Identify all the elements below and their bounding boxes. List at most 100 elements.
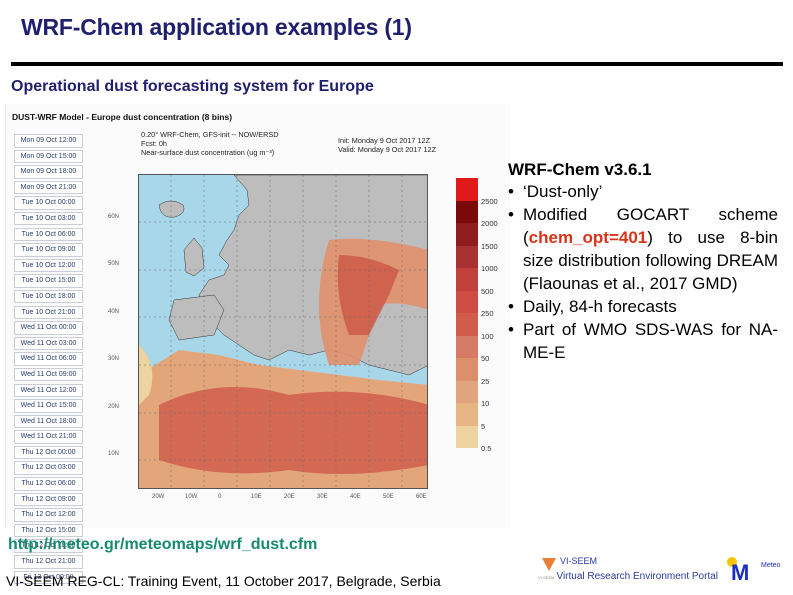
forecast-time-button[interactable]: Wed 11 Oct 06:00 <box>14 352 83 366</box>
forecast-time-button[interactable]: Tue 10 Oct 21:00 <box>14 305 83 320</box>
forecast-time-button[interactable]: Mon 09 Oct 18:00 <box>14 165 83 179</box>
colorbar-swatch <box>456 425 478 448</box>
dust-forecast-screenshot: DUST-WRF Model - Europe dust concentrati… <box>5 104 510 585</box>
colorbar-label: 100 <box>481 331 494 341</box>
forecast-time-button[interactable]: Thu 12 Oct 06:00 <box>14 477 83 491</box>
meteo-letter: M <box>731 560 750 585</box>
bullet-text: ‘Dust-only’ <box>523 182 603 201</box>
forecast-time-button[interactable]: Mon 09 Oct 12:00 <box>14 134 83 148</box>
latitude-label: 10N <box>108 451 120 457</box>
bullet-item: • Part of WMO SDS-WAS for NA-ME-E <box>508 318 778 364</box>
bullet-list: WRF-Chem v3.6.1 • ‘Dust-only’ • Modified GO… <box>508 160 778 364</box>
forecast-time-button[interactable]: Wed 11 Oct 21:00 <box>14 430 83 444</box>
forecast-time-button[interactable]: Tue 10 Oct 12:00 <box>14 258 83 273</box>
colorbar-label: 50 <box>481 354 490 363</box>
bullet-heading: WRF-Chem v3.6.1 <box>508 160 652 179</box>
forecast-hour: Fcst: 0h <box>141 139 167 148</box>
forecast-time-button[interactable]: Mon 09 Oct 21:00 <box>14 180 83 195</box>
colorbar-swatch <box>456 268 478 291</box>
forecast-time-button[interactable]: Tue 10 Oct 15:00 <box>14 274 83 288</box>
colorbar-swatch <box>456 178 478 201</box>
longitude-label: 20E <box>284 494 295 500</box>
forecast-time-button[interactable]: Mon 09 Oct 15:00 <box>14 149 83 164</box>
forecast-time-button[interactable]: Tue 10 Oct 03:00 <box>14 211 83 226</box>
forecast-time-button[interactable]: Wed 11 Oct 03:00 <box>14 336 83 351</box>
colorbar-swatch <box>456 335 478 358</box>
vi-seem-subtitle: VI-SEEM Virtual Research Environment Port… <box>538 571 719 582</box>
colorbar-label: 25 <box>481 376 490 386</box>
highlighted-option: chem_opt=401 <box>528 228 648 247</box>
map-meta-right: Init: Monday 9 Oct 2017 12Z Valid: Monda… <box>338 136 436 154</box>
latitude-label: 20N <box>108 404 120 410</box>
bullet-text: Part of WMO SDS-WAS for NA-ME-E <box>523 320 778 362</box>
forecast-time-button[interactable]: Thu 12 Oct 21:00 <box>14 555 83 569</box>
colorbar-label: 0.5 <box>481 444 492 453</box>
forecast-time-button[interactable]: Thu 12 Oct 09:00 <box>14 492 83 507</box>
latitude-label: 30N <box>108 356 120 362</box>
slide-title: WRF-Chem application examples (1) <box>21 14 412 40</box>
bullet-dot-icon: • <box>508 205 514 224</box>
init-time: Init: Monday 9 Oct 2017 12Z <box>338 136 431 145</box>
longitude-label: 20W <box>152 494 165 500</box>
vi-seem-portal-text: Virtual Research Environment Portal <box>556 571 719 582</box>
colorbar-label: 1000 <box>481 264 498 273</box>
forecast-time-button[interactable]: Thu 12 Oct 12:00 <box>14 508 83 522</box>
slide-subtitle: Operational dust forecasting system for … <box>11 78 374 95</box>
forecast-time-button[interactable]: Tue 10 Oct 09:00 <box>14 243 83 257</box>
forecast-time-button[interactable]: Wed 11 Oct 18:00 <box>14 414 83 429</box>
forecast-time-button[interactable]: Thu 12 Oct 03:00 <box>14 461 83 475</box>
colorbar-label: 2000 <box>481 219 498 228</box>
colorbar-label: 500 <box>481 286 494 296</box>
bullet-item: • ‘Dust-only’ <box>508 180 778 203</box>
colorbar-swatch <box>456 403 478 426</box>
web-page-header: DUST-WRF Model - Europe dust concentrati… <box>12 112 233 122</box>
colorbar-label: 2500 <box>481 196 498 206</box>
bullet-dot-icon: • <box>508 297 514 316</box>
forecast-time-list: Mon 09 Oct 12:00 Mon 09 Oct 15:00 Mon 09 O… <box>14 134 83 586</box>
footer-text: VI-SEEM REG-CL: Training Event, 11 Octob… <box>6 573 441 589</box>
colorbar-swatch <box>456 313 478 336</box>
bullet-item: • Daily, 84-h forecasts <box>508 295 778 318</box>
colorbar <box>456 178 478 448</box>
vi-seem-title: VI-SEEM <box>560 556 598 566</box>
dust-map <box>138 174 428 489</box>
forecast-time-button[interactable]: Tue 10 Oct 00:00 <box>14 196 83 210</box>
bullet-text: Daily, 84-h forecasts <box>523 297 677 316</box>
bullet-item: • Modified GOCART scheme (chem_opt=401) t… <box>508 203 778 295</box>
colorbar-swatch <box>456 358 478 381</box>
longitude-label: 0 <box>218 494 222 500</box>
colorbar-label: 250 <box>481 309 494 318</box>
forecast-time-button[interactable]: Tue 10 Oct 06:00 <box>14 227 83 242</box>
longitude-label: 30E <box>317 494 328 500</box>
meteo-name: Meteo <box>761 562 781 569</box>
variable-label: Near-surface dust concentration (ug m⁻³) <box>141 148 275 157</box>
vi-seem-logo: VI-SEEM VI-SEEM Virtual Research Environm… <box>538 556 718 586</box>
colorbar-swatch <box>456 290 478 313</box>
colorbar-label: 5 <box>481 421 486 431</box>
forecast-time-button[interactable]: Wed 11 Oct 12:00 <box>14 383 83 397</box>
longitude-label: 10W <box>185 494 198 500</box>
forecast-time-button[interactable]: Wed 11 Oct 15:00 <box>14 399 83 413</box>
forecast-time-button[interactable]: Thu 12 Oct 00:00 <box>14 445 83 460</box>
bullet-dot-icon: • <box>508 320 514 339</box>
dust-africa-core <box>159 387 427 474</box>
vi-seem-mark-icon <box>542 558 556 571</box>
map-meta-left: 0.20° WRF-Chem, GFS-init -- NOW/ERSD Fcs… <box>141 130 279 157</box>
colorbar-swatch <box>456 200 478 223</box>
colorbar-swatch <box>456 223 478 246</box>
title-divider <box>11 62 783 66</box>
longitude-label: 10E <box>251 494 262 500</box>
latitude-label: 60N <box>108 214 120 220</box>
colorbar-label: 10 <box>481 399 490 408</box>
longitude-label: 50E <box>383 494 394 500</box>
colorbar-label: 1500 <box>481 241 498 251</box>
forecast-time-button[interactable]: Wed 11 Oct 00:00 <box>14 321 83 335</box>
forecast-time-button[interactable]: Wed 11 Oct 09:00 <box>14 367 83 382</box>
colorbar-swatch <box>456 380 478 403</box>
bullet-dot-icon: • <box>508 182 514 201</box>
dust-map-graphic <box>139 175 427 488</box>
longitude-label: 40E <box>350 494 361 500</box>
forecast-time-button[interactable]: Tue 10 Oct 18:00 <box>14 289 83 304</box>
latitude-label: 40N <box>108 309 120 315</box>
source-url-link[interactable]: http://meteo.gr/meteomaps/wrf_dust.cfm <box>8 536 317 554</box>
